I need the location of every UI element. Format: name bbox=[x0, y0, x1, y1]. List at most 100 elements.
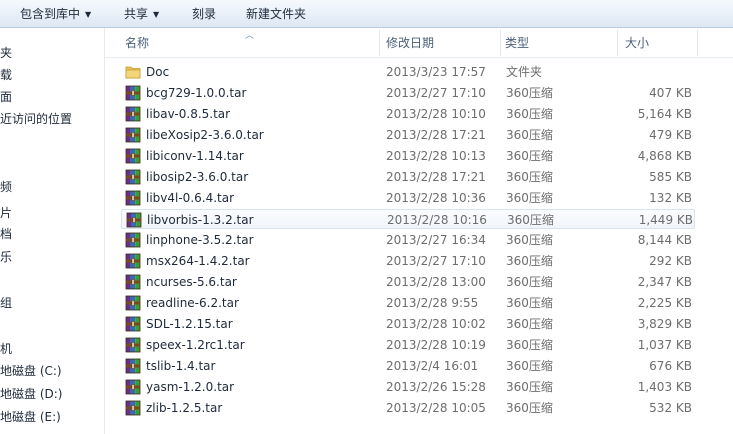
file-row[interactable]: msx264-1.4.2.tar 2013/2/27 17:10 360压缩 292 … bbox=[121, 251, 695, 271]
file-type: 文件夹 bbox=[506, 65, 543, 79]
file-type: 360压缩 bbox=[506, 107, 553, 121]
nav-item[interactable]: 档 bbox=[0, 225, 12, 243]
file-row[interactable]: readline-6.2.tar 2013/2/28 9:55 360压缩 2,225… bbox=[121, 293, 695, 313]
file-name: libv4l-0.6.4.tar bbox=[146, 191, 235, 205]
nav-item[interactable]: 乐 bbox=[0, 248, 12, 266]
file-row[interactable]: libeXosip2-3.6.0.tar 2013/2/28 17:21 360压缩… bbox=[121, 125, 695, 145]
nav-item[interactable]: 机 bbox=[0, 340, 12, 358]
file-row[interactable]: yasm-1.2.0.tar 2013/2/26 15:28 360压缩 1,403 … bbox=[121, 377, 695, 397]
nav-item[interactable]: 面 bbox=[0, 88, 12, 106]
file-name: SDL-1.2.15.tar bbox=[146, 317, 233, 331]
column-divider[interactable] bbox=[379, 30, 380, 56]
column-divider[interactable] bbox=[697, 30, 698, 56]
file-size: 676 KB bbox=[649, 359, 692, 373]
nav-item[interactable]: 频 bbox=[0, 178, 12, 196]
file-row[interactable]: bcg729-1.0.0.tar 2013/2/27 17:10 360压缩 407 … bbox=[121, 83, 695, 103]
file-date: 2013/2/4 16:01 bbox=[386, 359, 479, 373]
nav-item[interactable]: 近访问的位置 bbox=[0, 110, 72, 128]
file-row[interactable]: zlib-1.2.5.tar 2013/2/28 10:05 360压缩 532 KB bbox=[121, 398, 695, 418]
file-date: 2013/2/28 17:21 bbox=[386, 170, 486, 184]
file-name: libeXosip2-3.6.0.tar bbox=[146, 128, 264, 142]
file-size: 2,225 KB bbox=[637, 296, 692, 310]
chevron-down-icon: ▼ bbox=[85, 10, 92, 19]
file-row[interactable]: ncurses-5.6.tar 2013/2/28 13:00 360压缩 2,347… bbox=[121, 272, 695, 292]
file-row[interactable]: libvorbis-1.3.2.tar 2013/2/28 10:16 360压缩 1… bbox=[121, 209, 695, 229]
archive-icon bbox=[125, 400, 141, 416]
burn-button[interactable]: 刻录 bbox=[192, 0, 216, 28]
file-name: yasm-1.2.0.tar bbox=[146, 380, 235, 394]
file-size: 407 KB bbox=[649, 86, 692, 100]
archive-icon bbox=[125, 337, 141, 353]
nav-item[interactable]: 地磁盘 (E:) bbox=[0, 408, 61, 426]
file-date: 2013/2/28 13:00 bbox=[386, 275, 486, 289]
file-type: 360压缩 bbox=[506, 86, 553, 100]
file-size: 292 KB bbox=[649, 254, 692, 268]
column-header-date[interactable]: 修改日期 bbox=[386, 28, 434, 58]
file-row[interactable]: linphone-3.5.2.tar 2013/2/27 16:34 360压缩 8,… bbox=[121, 230, 695, 250]
nav-item[interactable]: 地磁盘 (C:) bbox=[0, 362, 62, 380]
file-row[interactable]: libv4l-0.6.4.tar 2013/2/28 10:36 360压缩 132 … bbox=[121, 188, 695, 208]
file-date: 2013/2/27 17:10 bbox=[386, 86, 486, 100]
file-date: 2013/2/27 17:10 bbox=[386, 254, 486, 268]
file-type: 360压缩 bbox=[506, 149, 553, 163]
column-header-type[interactable]: 类型 bbox=[505, 28, 529, 58]
file-row[interactable]: libiconv-1.14.tar 2013/2/28 10:13 360压缩 4,8… bbox=[121, 146, 695, 166]
file-row[interactable]: SDL-1.2.15.tar 2013/2/28 10:02 360压缩 3,829 … bbox=[121, 314, 695, 334]
archive-icon bbox=[125, 127, 141, 143]
column-header-size[interactable]: 大小 bbox=[625, 28, 649, 58]
file-name: readline-6.2.tar bbox=[146, 296, 239, 310]
column-divider[interactable] bbox=[617, 30, 618, 56]
archive-icon bbox=[125, 295, 141, 311]
file-name: libvorbis-1.3.2.tar bbox=[147, 213, 254, 227]
nav-item[interactable]: 地磁盘 (D:) bbox=[0, 385, 62, 403]
include-in-library-button[interactable]: 包含到库中 ▼ bbox=[20, 0, 91, 28]
file-date: 2013/2/28 10:05 bbox=[386, 401, 486, 415]
burn-label: 刻录 bbox=[192, 7, 217, 21]
file-size: 8,144 KB bbox=[637, 233, 692, 247]
archive-icon bbox=[125, 85, 141, 101]
file-type: 360压缩 bbox=[506, 317, 553, 331]
chevron-down-icon: ▼ bbox=[153, 10, 160, 19]
nav-item[interactable]: 夹 bbox=[0, 44, 12, 62]
archive-icon bbox=[125, 316, 141, 332]
file-type: 360压缩 bbox=[506, 233, 553, 247]
new-folder-button[interactable]: 新建文件夹 bbox=[246, 0, 306, 28]
file-size: 585 KB bbox=[649, 170, 692, 184]
file-type: 360压缩 bbox=[506, 401, 553, 415]
share-button[interactable]: 共享 ▼ bbox=[124, 0, 159, 28]
nav-item[interactable]: 片 bbox=[0, 204, 12, 222]
file-type: 360压缩 bbox=[506, 359, 553, 373]
file-name: tslib-1.4.tar bbox=[146, 359, 216, 373]
file-row[interactable]: libosip2-3.6.0.tar 2013/2/28 17:21 360压缩 58… bbox=[121, 167, 695, 187]
file-row[interactable]: libav-0.8.5.tar 2013/2/28 10:10 360压缩 5,164… bbox=[121, 104, 695, 124]
file-size: 5,164 KB bbox=[637, 107, 692, 121]
column-divider[interactable] bbox=[500, 30, 501, 56]
archive-icon bbox=[125, 253, 141, 269]
command-bar: 包含到库中 ▼ 共享 ▼ 刻录 新建文件夹 bbox=[0, 0, 733, 28]
column-header-name[interactable]: 名称 bbox=[125, 28, 149, 58]
file-size: 532 KB bbox=[649, 401, 692, 415]
file-row[interactable]: Doc 2013/3/23 17:57 文件夹 bbox=[121, 62, 695, 82]
file-size: 2,347 KB bbox=[637, 275, 692, 289]
file-name: bcg729-1.0.0.tar bbox=[146, 86, 247, 100]
nav-item[interactable]: 组 bbox=[0, 294, 12, 312]
folder-icon bbox=[125, 64, 141, 80]
file-date: 2013/2/28 10:16 bbox=[387, 213, 487, 227]
nav-item[interactable]: 载 bbox=[0, 66, 12, 84]
file-type: 360压缩 bbox=[506, 191, 553, 205]
file-name: libav-0.8.5.tar bbox=[146, 107, 231, 121]
file-type: 360压缩 bbox=[506, 128, 553, 142]
file-date: 2013/2/28 10:10 bbox=[386, 107, 486, 121]
archive-icon bbox=[125, 148, 141, 164]
file-name: Doc bbox=[146, 65, 170, 79]
share-label: 共享 bbox=[124, 7, 149, 21]
file-row[interactable]: speex-1.2rc1.tar 2013/2/28 10:19 360压缩 1,03… bbox=[121, 335, 695, 355]
file-row[interactable]: tslib-1.4.tar 2013/2/4 16:01 360压缩 676 KB bbox=[121, 356, 695, 376]
file-size: 1,449 KB bbox=[638, 213, 693, 227]
file-date: 2013/2/28 10:13 bbox=[386, 149, 486, 163]
file-date: 2013/2/27 16:34 bbox=[386, 233, 486, 247]
archive-icon bbox=[125, 358, 141, 374]
file-name: msx264-1.4.2.tar bbox=[146, 254, 250, 268]
column-header: ︿ 名称 修改日期 类型 大小 bbox=[105, 28, 733, 58]
navigation-pane: 夹载面近访问的位置频片档乐组机地磁盘 (C:) 地磁盘 (D:) 地磁盘 (E:) bbox=[0, 28, 105, 434]
